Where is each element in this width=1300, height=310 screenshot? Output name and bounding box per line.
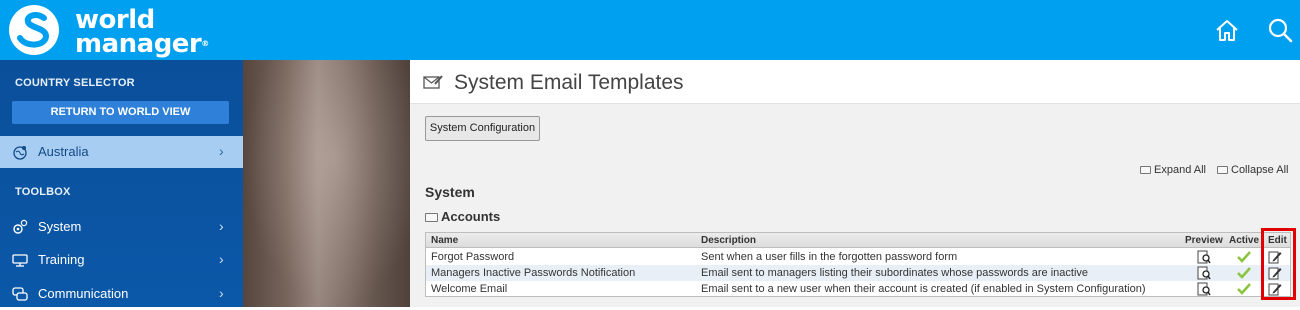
email-edit-icon: [423, 75, 443, 89]
preview-icon[interactable]: [1197, 250, 1211, 264]
search-icon[interactable]: [1266, 16, 1294, 44]
row-name: Forgot Password: [431, 251, 515, 263]
gears-icon: [13, 219, 28, 234]
active-check-icon: [1237, 267, 1251, 279]
country-selector-heading: COUNTRY SELECTOR: [15, 77, 135, 89]
expand-all-label: Expand All: [1154, 164, 1206, 176]
sidebar-item-training[interactable]: Training ›: [0, 244, 243, 276]
expand-all-link[interactable]: Expand All: [1140, 164, 1206, 176]
chevron-right-icon: ›: [219, 143, 224, 159]
row-description: Sent when a user fills in the forgotten …: [701, 251, 958, 263]
group-accounts-toggle[interactable]: Accounts: [425, 209, 500, 224]
chevron-right-icon: ›: [219, 251, 224, 267]
background-photo-shade: [243, 60, 410, 307]
sidebar-item-label: Communication: [38, 286, 129, 301]
logo-wordmark: world manager®: [75, 7, 209, 59]
group-title-label: Accounts: [441, 209, 501, 224]
table-row[interactable]: Forgot Password Sent when a user fills i…: [426, 249, 1290, 265]
preview-icon[interactable]: [1197, 266, 1211, 280]
folder-icon: [1140, 166, 1151, 174]
sidebar-item-communication[interactable]: Communication ›: [0, 278, 243, 310]
chat-icon: [12, 287, 28, 301]
column-header-description[interactable]: Description: [701, 235, 756, 246]
column-header-preview: Preview: [1185, 235, 1223, 246]
chevron-right-icon: ›: [219, 218, 224, 234]
active-check-icon: [1237, 251, 1251, 263]
row-description: Email sent to managers listing their sub…: [701, 267, 1089, 279]
globe-pin-icon: [13, 146, 27, 160]
folder-icon: [1217, 166, 1228, 174]
row-name: Welcome Email: [431, 283, 508, 295]
table-row[interactable]: Managers Inactive Passwords Notification…: [426, 265, 1290, 281]
page-header: System Email Templates: [410, 60, 1300, 104]
training-icon: [12, 254, 28, 267]
table-row[interactable]: Welcome Email Email sent to a new user w…: [426, 281, 1290, 297]
section-title: System: [425, 184, 475, 200]
home-icon[interactable]: [1213, 16, 1241, 44]
edit-column-highlight: [1261, 228, 1296, 300]
folder-icon: [425, 213, 438, 222]
row-description: Email sent to a new user when their acco…: [701, 283, 1146, 295]
column-header-active: Active: [1229, 235, 1260, 246]
sidebar-item-label: Australia: [38, 144, 89, 159]
return-to-world-view-button[interactable]: RETURN TO WORLD VIEW: [12, 101, 229, 124]
toolbox-heading: TOOLBOX: [15, 186, 71, 198]
sidebar: COUNTRY SELECTOR RETURN TO WORLD VIEW Au…: [0, 60, 243, 307]
registered-mark: ®: [201, 39, 209, 48]
preview-icon[interactable]: [1197, 282, 1211, 296]
collapse-all-label: Collapse All: [1231, 164, 1289, 176]
sidebar-item-australia[interactable]: Australia ›: [0, 136, 243, 168]
sidebar-item-label: System: [38, 219, 82, 234]
table-header: Name Description Preview Active Edit: [426, 233, 1290, 248]
system-configuration-button[interactable]: System Configuration: [425, 116, 540, 141]
row-name: Managers Inactive Passwords Notification: [431, 267, 636, 279]
column-header-name[interactable]: Name: [431, 235, 458, 246]
page-title: System Email Templates: [454, 71, 684, 94]
sidebar-item-system[interactable]: System ›: [0, 211, 243, 243]
logo-mark-icon: [9, 5, 59, 55]
sidebar-item-label: Training: [38, 252, 85, 267]
active-check-icon: [1237, 283, 1251, 295]
email-templates-table: Name Description Preview Active Edit For…: [425, 232, 1291, 297]
top-bar: world manager®: [0, 0, 1300, 60]
chevron-right-icon: ›: [219, 285, 224, 301]
world-manager-logo[interactable]: world manager®: [6, 4, 209, 59]
logo-line-2: manager: [75, 29, 202, 59]
collapse-all-link[interactable]: Collapse All: [1217, 164, 1288, 176]
